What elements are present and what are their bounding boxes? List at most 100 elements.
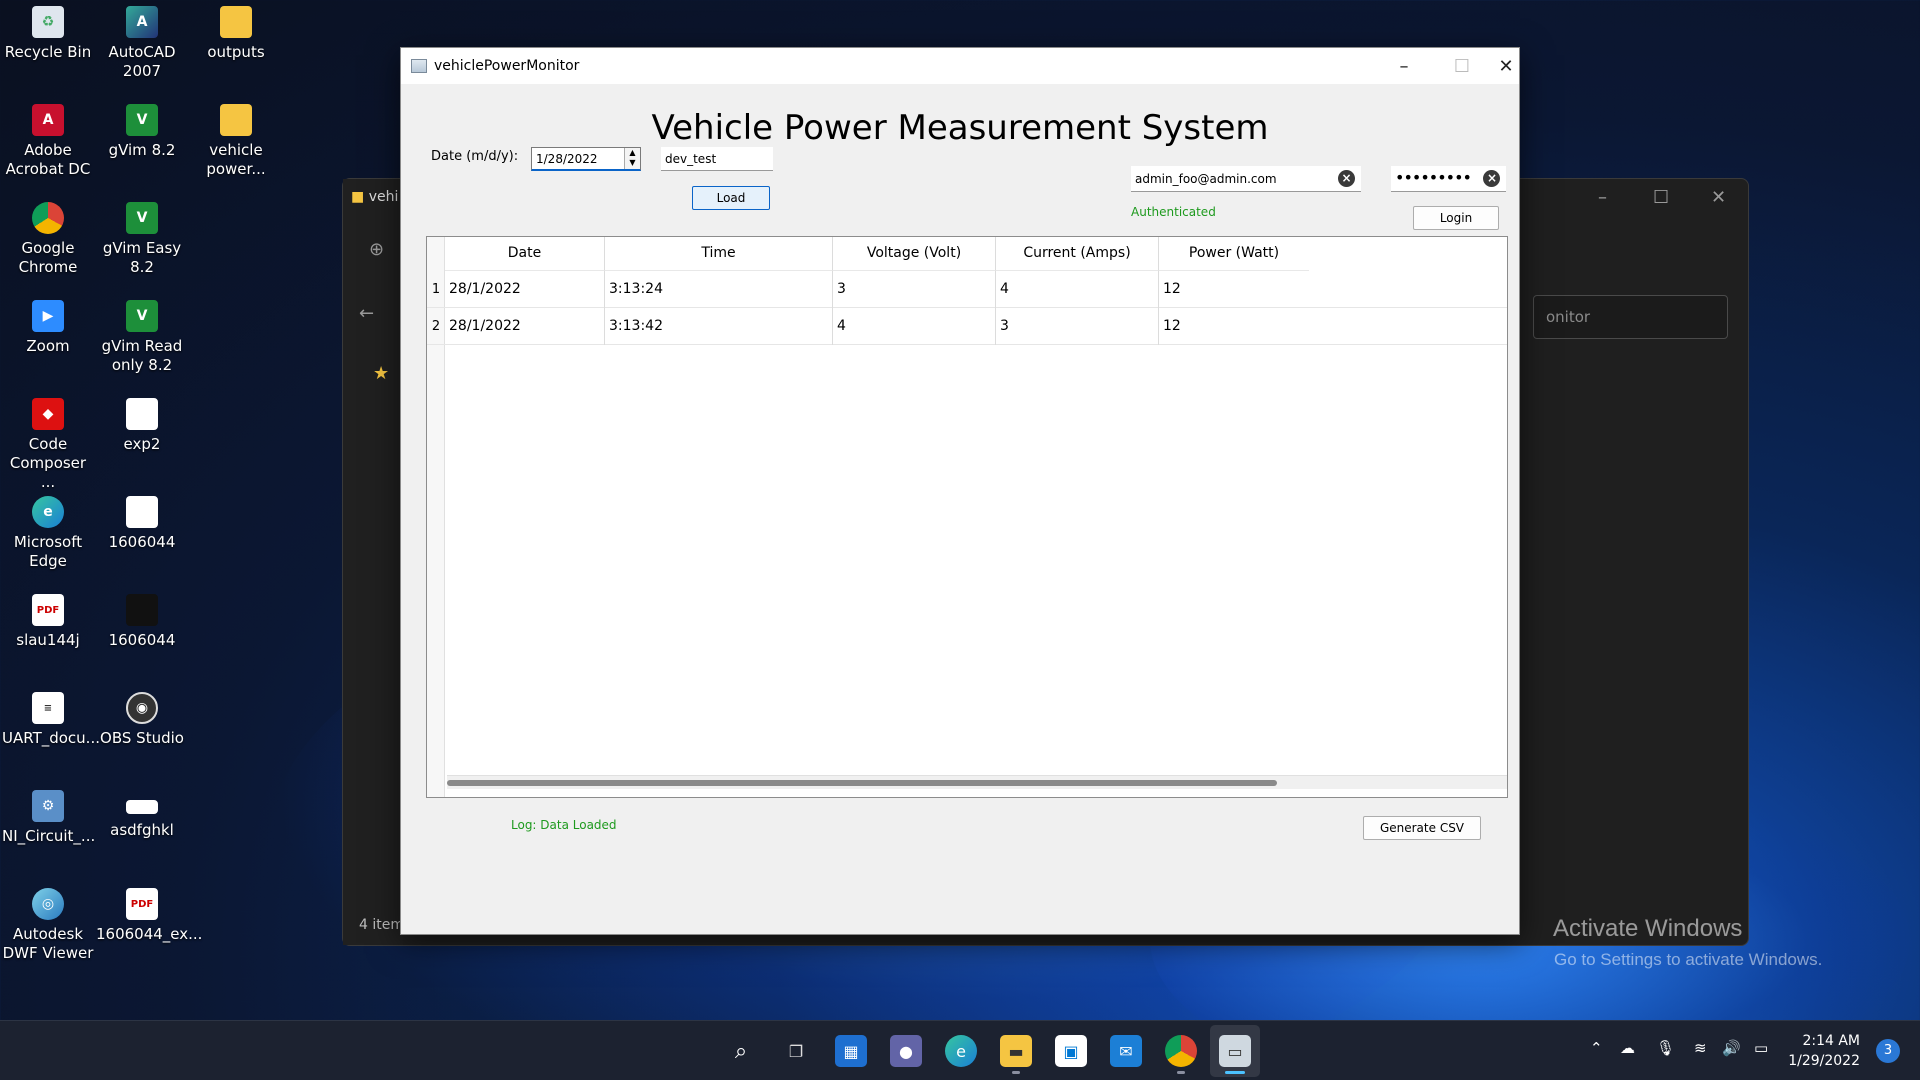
scrollbar-thumb[interactable] (447, 780, 1277, 786)
microsoft-store-icon[interactable]: ▣ (1055, 1035, 1087, 1067)
vehicle-power-monitor-window[interactable]: vehiclePowerMonitor – ☐ ✕ Vehicle Power … (400, 47, 1520, 935)
file-icon (126, 800, 158, 814)
image-file-icon (126, 594, 158, 626)
date-spin-buttons[interactable]: ▲ ▼ (624, 148, 640, 169)
file-explorer-icon[interactable]: ▬ (1000, 1035, 1032, 1067)
desktop-icon-autocad[interactable]: A AutoCAD 2007 (96, 0, 188, 81)
pdf-file-icon: PDF (126, 888, 158, 920)
table-row[interactable]: 1 28/1/2022 3:13:24 3 4 12 (427, 271, 1507, 308)
file-icon (126, 398, 158, 430)
column-header-power[interactable]: Power (Watt) (1159, 237, 1309, 271)
desktop-icon-1606044-a[interactable]: 1606044 (96, 490, 188, 552)
date-value: 1/28/2022 (536, 152, 598, 166)
device-id-input[interactable]: dev_test (661, 147, 773, 171)
cell-power[interactable]: 12 (1159, 308, 1309, 345)
password-field[interactable]: ••••••••• × (1391, 166, 1506, 192)
show-hidden-icons-chevron-icon[interactable]: ⌃ (1590, 1039, 1603, 1057)
back-arrow-icon[interactable]: ← (359, 303, 374, 324)
search-icon[interactable]: ⌕ (725, 1035, 757, 1067)
column-header-current[interactable]: Current (Amps) (996, 237, 1159, 271)
cell-current[interactable]: 3 (996, 308, 1159, 345)
desktop-icon-gvim[interactable]: V gVim 8.2 (96, 98, 188, 160)
desktop-icon-vehicle-power[interactable]: vehicle power... (190, 98, 282, 179)
cell-time[interactable]: 3:13:24 (605, 271, 833, 308)
task-view-icon[interactable]: ❐ (780, 1035, 812, 1067)
cell-voltage[interactable]: 3 (833, 271, 996, 308)
data-table[interactable]: Date Time Voltage (Volt) Current (Amps) … (426, 236, 1508, 798)
new-tab-icon[interactable]: ⊕ (369, 239, 384, 260)
window-titlebar[interactable]: vehiclePowerMonitor – ☐ ✕ (401, 48, 1519, 84)
desktop-icon-gvim-easy[interactable]: V gVim Easy 8.2 (96, 196, 188, 277)
horizontal-scrollbar[interactable] (447, 775, 1507, 789)
generate-csv-button[interactable]: Generate CSV (1363, 816, 1481, 840)
vehicle-monitor-app-icon[interactable]: ▭ (1219, 1035, 1251, 1067)
date-label: Date (m/d/y): (431, 149, 519, 164)
page-title: Vehicle Power Measurement System (651, 108, 1269, 148)
date-spinbox[interactable]: 1/28/2022 ▲ ▼ (531, 147, 641, 171)
column-header-time[interactable]: Time (605, 237, 833, 271)
desktop-icon-zoom[interactable]: ▶ Zoom (2, 294, 94, 356)
mail-icon[interactable]: ✉ (1110, 1035, 1142, 1067)
quick-access-star-icon[interactable]: ★ (373, 363, 389, 384)
desktop-icon-outputs[interactable]: outputs (190, 0, 282, 62)
desktop-icon-acrobat[interactable]: A Adobe Acrobat DC (2, 98, 94, 179)
minimize-button[interactable]: – (1375, 48, 1433, 84)
volume-icon[interactable]: 🔊 (1722, 1039, 1741, 1057)
explorer-tab[interactable]: ■ vehi (351, 189, 398, 205)
microphone-icon[interactable]: 🎙 (1656, 1039, 1675, 1057)
start-windows-icon[interactable] (669, 1035, 699, 1065)
taskbar: ⌕ ❐ ▦ ● e ▬ ▣ ✉ ▭ ⌃ ☁ 🎙 ≋ 🔊 ▭ 2:14 AM 1/… (0, 1020, 1920, 1080)
load-button[interactable]: Load (692, 186, 770, 210)
desktop-icon-1606044-ex[interactable]: PDF 1606044_ex... (96, 882, 202, 944)
maximize-button[interactable]: ☐ (1433, 48, 1491, 84)
table-row[interactable]: 2 28/1/2022 3:13:42 4 3 12 (427, 308, 1507, 345)
desktop-icon-asdfghkl[interactable]: asdfghkl (96, 784, 188, 840)
cell-voltage[interactable]: 4 (833, 308, 996, 345)
email-field[interactable]: admin_foo@admin.com × (1131, 166, 1361, 192)
desktop-icon-gvim-readonly[interactable]: V gVim Read only 8.2 (96, 294, 188, 375)
login-button[interactable]: Login (1413, 206, 1499, 230)
zoom-icon: ▶ (32, 300, 64, 332)
desktop-icon-1606044-b[interactable]: 1606044 (96, 588, 188, 650)
desktop-icon-ni-circuit[interactable]: ⚙ NI_Circuit_... (2, 784, 95, 846)
chrome-icon[interactable] (1165, 1035, 1197, 1067)
explorer-search-box[interactable]: onitor (1533, 295, 1728, 339)
desktop-icon-dwf-viewer[interactable]: ◎ Autodesk DWF Viewer (2, 882, 94, 963)
close-button[interactable]: ✕ (1491, 48, 1521, 84)
maximize-icon[interactable]: ☐ (1653, 187, 1669, 208)
minimize-icon[interactable]: – (1598, 187, 1607, 208)
gvim-icon: V (126, 300, 158, 332)
acrobat-icon: A (32, 104, 64, 136)
cell-current[interactable]: 4 (996, 271, 1159, 308)
notification-badge[interactable]: 3 (1876, 1039, 1900, 1063)
battery-icon[interactable]: ▭ (1754, 1039, 1768, 1057)
close-icon[interactable]: ✕ (1711, 187, 1726, 208)
cell-date[interactable]: 28/1/2022 (445, 308, 605, 345)
desktop-icon-slau144j[interactable]: PDF slau144j (2, 588, 94, 650)
wifi-icon[interactable]: ≋ (1694, 1039, 1707, 1057)
desktop-icon-obs[interactable]: ◉ OBS Studio (96, 686, 188, 748)
teams-chat-icon[interactable]: ● (890, 1035, 922, 1067)
activation-watermark-subtitle: Go to Settings to activate Windows. (1554, 950, 1823, 969)
taskbar-clock[interactable]: 2:14 AM 1/29/2022 (1788, 1031, 1860, 1071)
clear-email-icon[interactable]: × (1338, 170, 1355, 187)
edge-icon[interactable]: e (945, 1035, 977, 1067)
desktop-icon-recycle-bin[interactable]: ♻ Recycle Bin (2, 0, 94, 62)
activation-watermark-title: Activate Windows (1553, 915, 1743, 942)
widgets-icon[interactable]: ▦ (835, 1035, 867, 1067)
desktop-icon-exp2[interactable]: exp2 (96, 392, 188, 454)
onedrive-error-icon[interactable]: ☁ (1620, 1039, 1635, 1057)
auth-status: Authenticated (1131, 205, 1216, 219)
column-header-date[interactable]: Date (445, 237, 605, 271)
cell-power[interactable]: 12 (1159, 271, 1309, 308)
log-status: Log: Data Loaded (511, 818, 617, 832)
image-file-icon (126, 496, 158, 528)
desktop-icon-edge[interactable]: e Microsoft Edge (2, 490, 94, 571)
cell-time[interactable]: 3:13:42 (605, 308, 833, 345)
cell-date[interactable]: 28/1/2022 (445, 271, 605, 308)
desktop-icon-uart-doc[interactable]: ≡ UART_docu... (2, 686, 100, 748)
desktop-icon-code-composer[interactable]: ◆ Code Composer ... (2, 392, 94, 492)
clear-password-icon[interactable]: × (1483, 170, 1500, 187)
desktop-icon-chrome[interactable]: Google Chrome (2, 196, 94, 277)
column-header-voltage[interactable]: Voltage (Volt) (833, 237, 996, 271)
